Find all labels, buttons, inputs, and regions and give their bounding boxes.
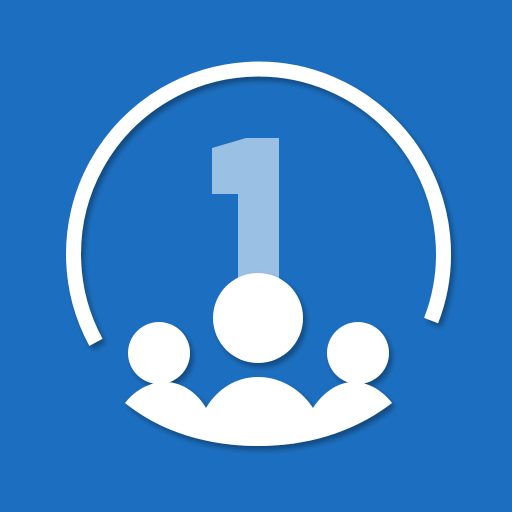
logo-graphic [66,61,451,446]
person-center-head-icon [213,273,303,363]
app-icon [0,0,512,512]
people-bodies-icon [125,377,392,446]
people-group-icon [125,273,392,446]
person-right-head-icon [327,322,389,384]
person-left-head-icon [128,322,190,384]
